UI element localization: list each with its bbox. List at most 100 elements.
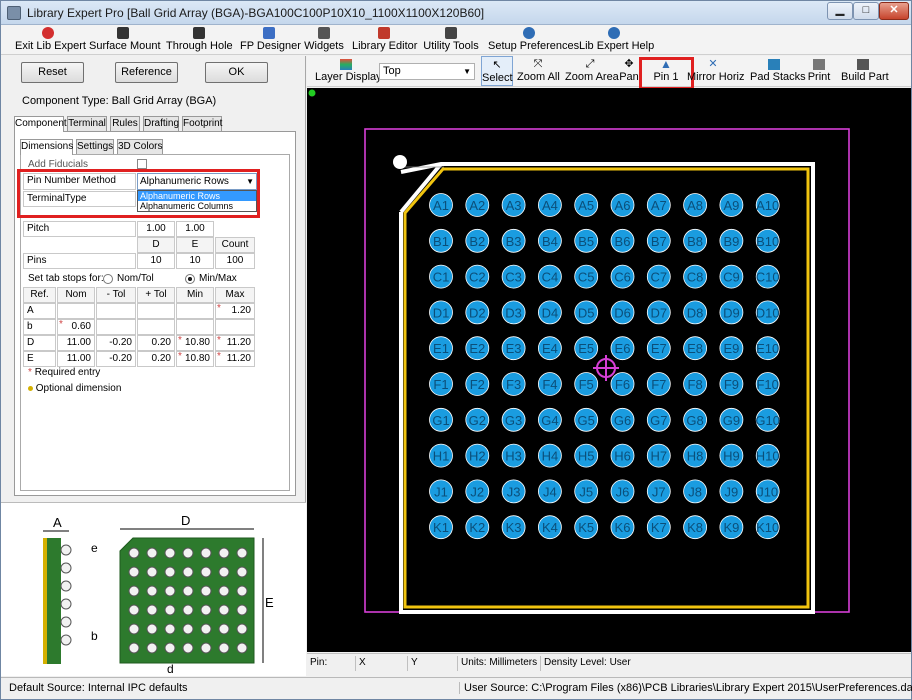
tab-footprint[interactable]: Footprint [182, 116, 222, 131]
pad-label: F10 [756, 377, 778, 392]
top-ball [236, 642, 248, 654]
footprint-svg[interactable]: A1 A2 A3 A4 A5 A6 A7 A8 A9 A10 B1 B2 B3 B4 B5 B6 B7 B8 B9 B… [307, 88, 911, 652]
dim-cell-mtol[interactable] [96, 319, 136, 335]
dim-cell-mtol[interactable]: -0.20 [96, 351, 136, 367]
dim-cell-nom[interactable] [57, 303, 95, 319]
menu-lib-expert-help[interactable]: Lib Expert Help [579, 25, 654, 55]
select-tool-button[interactable]: ↖ Select [481, 56, 513, 86]
maximize-button[interactable]: □ [853, 2, 879, 20]
tools-icon [445, 27, 457, 39]
dim-cell-max[interactable]: 11.20 [215, 335, 255, 351]
top-ball [200, 566, 212, 578]
required-asterisk-icon: * [217, 335, 221, 346]
pin1-button[interactable]: ▲ Pin 1 [643, 56, 689, 86]
radio-min-max[interactable] [185, 274, 195, 284]
terminal-type-label: TerminalType [23, 191, 136, 207]
footprint-canvas[interactable]: A1 A2 A3 A4 A5 A6 A7 A8 A9 A10 B1 B2 B3 B4 B5 B6 B7 B8 B9 B… [307, 88, 911, 652]
zoom-area-icon: ⤢ [585, 58, 595, 70]
pad-stacks-button[interactable]: Pad Stacks [750, 56, 806, 86]
pin-number-method-label: Pin Number Method [23, 173, 136, 190]
zoom-all-button[interactable]: ⤧ Zoom All [517, 56, 560, 86]
pin1-arrow-icon: ▲ [660, 57, 672, 71]
pan-button[interactable]: ✥ Pan [619, 56, 639, 86]
pins-e-input[interactable]: 10 [176, 253, 214, 269]
dim-cell-max[interactable] [215, 319, 255, 335]
pitch-e-input[interactable]: 1.00 [176, 221, 214, 237]
pad-label: J1 [434, 484, 448, 499]
tab-3d-colors[interactable]: 3D Colors [117, 139, 163, 154]
pad-label: E4 [542, 341, 558, 356]
pad-label: A4 [542, 198, 558, 213]
dim-cell-nom[interactable]: 11.00 [57, 351, 95, 367]
build-icon [857, 59, 869, 70]
zoom-area-button[interactable]: ⤢ Zoom Area [565, 56, 619, 86]
dim-cell-ptol[interactable] [137, 303, 175, 319]
ok-button[interactable]: OK [205, 62, 268, 83]
dim-cell-nom[interactable]: 11.00 [57, 335, 95, 351]
tab-rules[interactable]: Rules [110, 116, 140, 131]
menu-fp-designer[interactable]: FP Designer [240, 25, 301, 55]
reset-button[interactable]: Reset [21, 62, 84, 83]
pad-label: D8 [687, 305, 704, 320]
reference-button[interactable]: Reference [115, 62, 178, 83]
design-area: Layer Display Top ▼ ↖ Select ⤧ Zoom All ⤢ Zo… [307, 56, 911, 676]
pad-label: A8 [687, 198, 703, 213]
mirror-horiz-button[interactable]: ✕ Mirror Horiz [687, 56, 744, 86]
pad-label: G8 [686, 413, 703, 428]
layer-select[interactable]: Top ▼ [379, 63, 475, 80]
dim-cell-ptol[interactable] [137, 319, 175, 335]
add-fiducials-checkbox[interactable] [137, 159, 147, 169]
top-ball [236, 547, 248, 559]
app-icon [7, 6, 21, 20]
pitch-d-input[interactable]: 1.00 [137, 221, 175, 237]
print-button[interactable]: Print [807, 56, 831, 86]
menu-through-hole[interactable]: Through Hole [166, 25, 233, 55]
pad-label: D7 [650, 305, 667, 320]
pad-label: E1 [433, 341, 449, 356]
tab-dimensions[interactable]: Dimensions [20, 139, 73, 155]
mirror-icon: ✕ [708, 58, 718, 70]
dim-cell-min[interactable] [176, 303, 214, 319]
app-window: Library Expert Pro [Ball Grid Array (BGA… [0, 0, 912, 700]
tab-drafting[interactable]: Drafting [143, 116, 179, 131]
dropdown-option-alphanumeric-columns[interactable]: Alphanumeric Columns [138, 201, 256, 211]
tab-component[interactable]: Component [14, 116, 67, 132]
pad-label: C1 [433, 270, 450, 285]
tab-settings[interactable]: Settings [76, 139, 114, 154]
top-ball [200, 642, 212, 654]
dim-cell-mtol[interactable]: -0.20 [96, 335, 136, 351]
minimize-button[interactable]: ▁ [827, 2, 853, 20]
dim-cell-ptol[interactable]: 0.20 [137, 335, 175, 351]
close-button[interactable]: ✕ [879, 2, 909, 20]
menu-surface-mount[interactable]: Surface Mount [89, 25, 161, 55]
pad-label: G9 [723, 413, 740, 428]
dropdown-option-alphanumeric-rows[interactable]: Alphanumeric Rows [138, 191, 256, 201]
menu-library-editor[interactable]: Library Editor [352, 25, 417, 55]
layer-display-button[interactable]: Layer Display [315, 56, 382, 86]
menu-widgets[interactable]: Widgets [303, 25, 345, 55]
pin-number-method-select[interactable]: Alphanumeric Rows ▼ [137, 173, 257, 190]
tab-terminal[interactable]: Terminal [67, 116, 107, 131]
dim-cell-mtol[interactable] [96, 303, 136, 319]
dim-cell-min[interactable] [176, 319, 214, 335]
top-ball [146, 547, 158, 559]
pad-grid: A1 A2 A3 A4 A5 A6 A7 A8 A9 A10 B1 B2 B3 B4 B5 B6 B7 B8 B9 B… [429, 193, 780, 540]
tab-stops-label: Set tab stops for: [28, 273, 104, 284]
side-ball [60, 634, 72, 646]
asterisk-icon: * [28, 367, 32, 378]
menu-exit-lib-expert[interactable]: Exit Lib Expert [15, 25, 86, 55]
menu-setup-preferences[interactable]: Setup Preferences [488, 25, 579, 55]
dim-cell-ptol[interactable]: 0.20 [137, 351, 175, 367]
pad-label: H10 [756, 449, 780, 464]
pins-d-input[interactable]: 10 [137, 253, 175, 269]
origin-marker [308, 89, 316, 97]
pad-label: G1 [432, 413, 449, 428]
dim-cell-max[interactable]: 11.20 [215, 351, 255, 367]
menu-utility-tools[interactable]: Utility Tools [423, 25, 479, 55]
chevron-down-icon: ▼ [463, 67, 471, 76]
left-panel: Reset Reference OK Component Type: Ball … [1, 56, 306, 676]
dim-cell-max[interactable]: 1.20 [215, 303, 255, 319]
radio-nom-tol[interactable] [103, 274, 113, 284]
pad-label: B2 [469, 234, 485, 249]
build-part-button[interactable]: Build Part [841, 56, 889, 86]
